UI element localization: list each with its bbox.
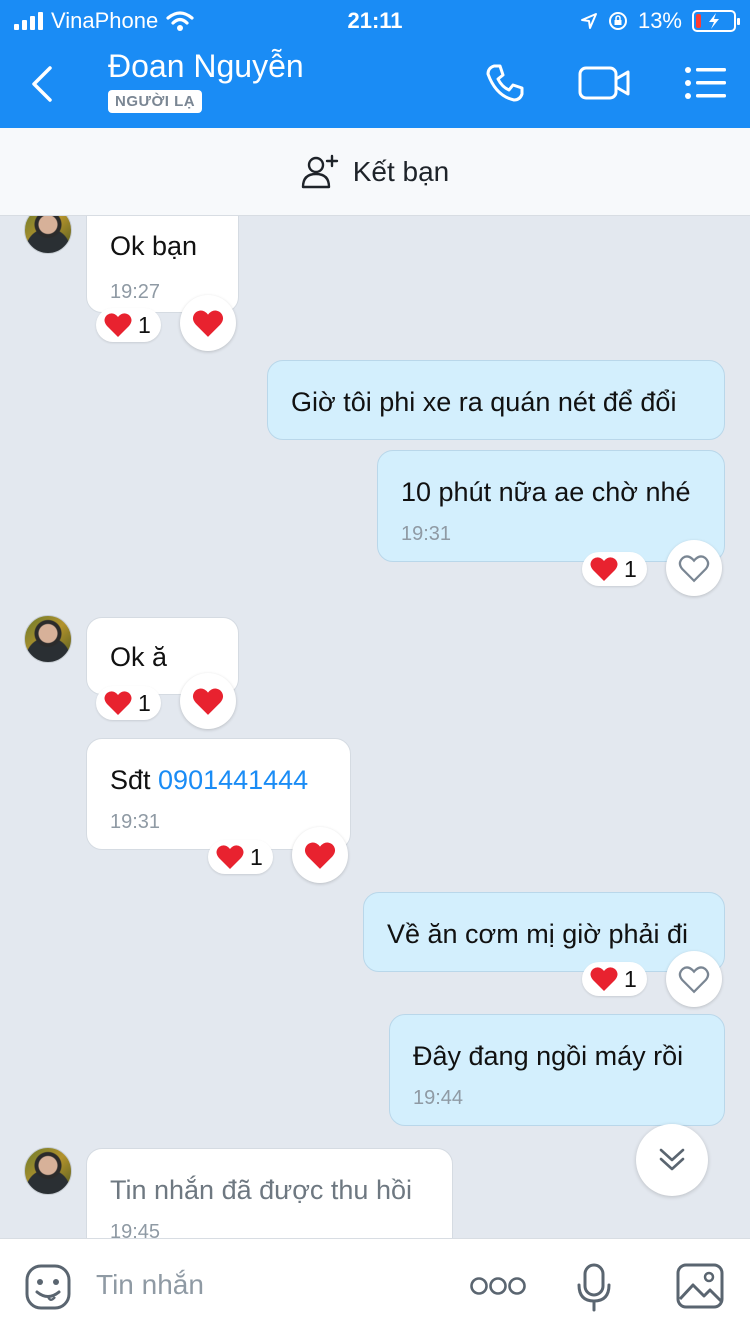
composer-bar: Tin nhắn — [0, 1238, 750, 1334]
reaction-count: 1 — [138, 689, 151, 716]
heart-outline-icon — [678, 965, 710, 993]
message-text: Giờ tôi phi xe ra quán nét để đổi — [291, 387, 677, 417]
add-user-icon — [301, 154, 338, 188]
message-bubble[interactable]: Đây đang ngồi máy rồi 19:44 — [389, 1014, 725, 1126]
heart-icon — [192, 688, 224, 715]
heart-icon — [192, 310, 224, 337]
status-bar: VinaPhone 21:11 13% — [0, 0, 750, 40]
avatar[interactable] — [24, 216, 72, 254]
message-bubble[interactable]: Về ăn cơm mị giờ phải đi — [363, 892, 725, 972]
phone-number-link[interactable]: 0901441444 — [158, 765, 308, 795]
sticker-emoji-icon[interactable] — [24, 1263, 72, 1311]
heart-icon — [304, 842, 336, 869]
message-time: 19:27 — [110, 281, 161, 303]
react-button[interactable] — [666, 540, 722, 596]
avatar[interactable] — [24, 1147, 72, 1195]
message-bubble[interactable]: 10 phút nữa ae chờ nhé 19:31 — [377, 450, 725, 562]
heart-icon — [216, 845, 244, 869]
message-text: Đây đang ngồi máy rồi — [413, 1041, 684, 1071]
heart-icon — [104, 313, 132, 337]
react-button[interactable] — [180, 673, 236, 729]
react-button[interactable] — [180, 295, 236, 351]
reaction-count: 1 — [250, 843, 263, 870]
chat-area[interactable]: Ok bạn 19:27 1 Giờ tôi phi xe ra quán né… — [0, 216, 750, 1238]
back-chevron-icon[interactable] — [26, 62, 66, 106]
message-bubble[interactable]: Giờ tôi phi xe ra quán nét để đổi — [267, 360, 725, 440]
add-friend-label[interactable]: Kết bạn — [353, 156, 450, 188]
message-prefix: Sđt — [110, 765, 159, 795]
message-text: 10 phút nữa ae chờ nhé — [401, 477, 691, 507]
reaction-badge[interactable]: 1 — [582, 962, 647, 996]
message-text: Về ăn cơm mị giờ phải đi — [387, 919, 689, 949]
avatar[interactable] — [24, 615, 72, 663]
contact-name[interactable]: Đoan Nguyễn — [108, 48, 304, 85]
stranger-badge: NGƯỜI LẠ — [108, 90, 203, 113]
react-button[interactable] — [666, 951, 722, 1007]
double-chevron-down-icon — [659, 1148, 685, 1171]
message-bubble[interactable]: Tin nhắn đã được thu hồi 19:45 — [86, 1148, 453, 1238]
heart-icon — [104, 691, 132, 715]
message-time: 19:31 — [110, 811, 161, 833]
battery-icon — [692, 10, 740, 32]
scroll-to-bottom-button[interactable] — [636, 1124, 708, 1196]
reaction-count: 1 — [624, 965, 637, 992]
reaction-count: 1 — [138, 311, 151, 338]
message-text: Sđt 0901441444 — [110, 765, 308, 796]
react-button[interactable] — [292, 827, 348, 883]
location-arrow-icon — [580, 13, 597, 29]
message-text: Ok bạn — [110, 231, 198, 261]
message-time: 19:45 — [110, 1221, 161, 1238]
reaction-badge[interactable]: 1 — [582, 552, 647, 586]
heart-outline-icon — [678, 554, 710, 582]
heart-icon — [590, 557, 618, 581]
menu-list-icon[interactable] — [684, 66, 728, 100]
battery-percent: 13% — [637, 8, 682, 33]
microphone-icon[interactable] — [576, 1263, 612, 1313]
video-camera-icon[interactable] — [578, 64, 632, 102]
reaction-count: 1 — [624, 555, 637, 582]
reaction-badge[interactable]: 1 — [96, 686, 161, 720]
reaction-badge[interactable]: 1 — [96, 308, 161, 342]
recalled-message-text: Tin nhắn đã được thu hồi — [110, 1175, 412, 1205]
message-input[interactable]: Tin nhắn — [96, 1269, 204, 1301]
image-gallery-icon[interactable] — [676, 1263, 724, 1309]
add-friend-bar[interactable]: Kết bạn — [0, 128, 750, 216]
reaction-badge[interactable]: 1 — [208, 840, 273, 874]
rotation-lock-icon — [608, 12, 627, 30]
app-header: VinaPhone 21:11 13% Đoan Nguyễn NGƯỜI LẠ — [0, 0, 750, 128]
more-options-icon[interactable] — [470, 1275, 526, 1297]
phone-icon[interactable] — [484, 62, 526, 104]
heart-icon — [590, 967, 618, 991]
message-text: Ok ă — [110, 642, 168, 672]
status-right: 13% — [580, 8, 740, 34]
message-time: 19:31 — [401, 523, 452, 545]
message-time: 19:44 — [413, 1087, 464, 1109]
